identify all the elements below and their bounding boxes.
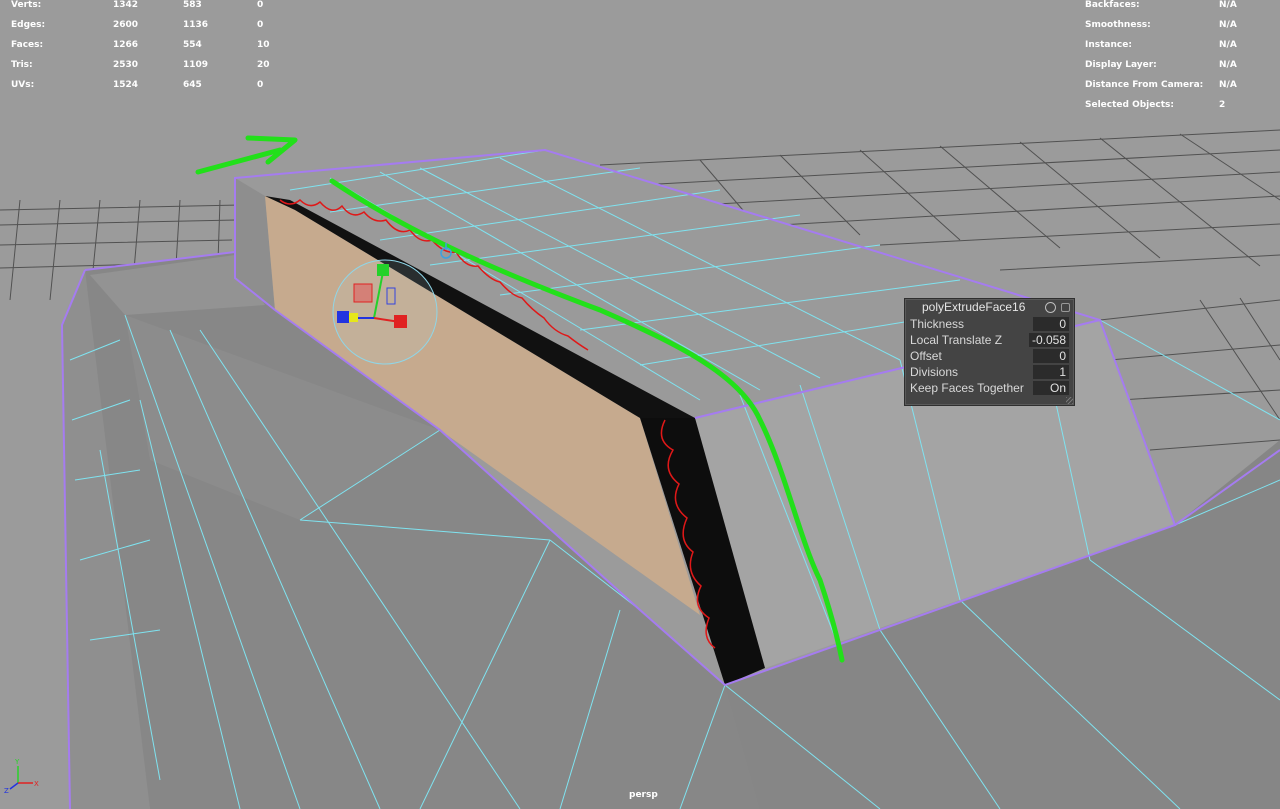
hud-value: 2600 xyxy=(113,20,139,30)
divisions-input[interactable]: 1 xyxy=(1033,365,1069,379)
hud-value: 554 xyxy=(183,40,202,50)
offset-input[interactable]: 0 xyxy=(1033,349,1069,363)
hud-row-faces: Faces: 1266 554 10 xyxy=(11,35,271,55)
keep-faces-together-toggle[interactable]: On xyxy=(1033,381,1069,395)
svg-text:X: X xyxy=(34,780,39,788)
panel-title[interactable]: polyExtrudeFace16 xyxy=(905,299,1074,316)
hud-label: Backfaces: xyxy=(1085,0,1140,10)
hud-value: 645 xyxy=(183,80,202,90)
field-local-translate-z[interactable]: Local Translate Z -0.058 xyxy=(905,332,1074,348)
hud-value: N/A xyxy=(1219,80,1237,90)
hud-label: Instance: xyxy=(1085,40,1132,50)
field-label: Divisions xyxy=(910,365,959,379)
hud-value: N/A xyxy=(1219,20,1237,30)
axis-indicator-icon: Y X Z xyxy=(4,758,39,795)
field-divisions[interactable]: Divisions 1 xyxy=(905,364,1074,380)
hud-label: Distance From Camera: xyxy=(1085,80,1204,90)
local-translate-z-input[interactable]: -0.058 xyxy=(1029,333,1069,347)
poly-count-hud: Verts: 1342 583 0 Edges: 2600 1136 0 Fac… xyxy=(11,0,271,95)
field-label: Thickness xyxy=(910,317,965,331)
hud-label: Smoothness: xyxy=(1085,20,1151,30)
hud-row-verts: Verts: 1342 583 0 xyxy=(11,0,271,15)
hud-label: Selected Objects: xyxy=(1085,100,1174,110)
thickness-input[interactable]: 0 xyxy=(1033,317,1069,331)
hud-row-edges: Edges: 2600 1136 0 xyxy=(11,15,271,35)
extrude-settings-panel[interactable]: polyExtrudeFace16 Thickness 0 Local Tran… xyxy=(904,298,1075,406)
hud-row-selected-objects: Selected Objects: 2 xyxy=(1085,95,1275,115)
field-keep-faces-together[interactable]: Keep Faces Together On xyxy=(905,380,1074,396)
hud-value: N/A xyxy=(1219,40,1237,50)
hud-value: 1109 xyxy=(183,60,209,70)
field-label: Local Translate Z xyxy=(910,333,1003,347)
hud-value: 2530 xyxy=(113,60,139,70)
hud-value: 0 xyxy=(257,20,264,30)
move-manipulator-icon[interactable] xyxy=(332,259,438,365)
hud-value: 1342 xyxy=(113,0,139,10)
hud-value: 10 xyxy=(257,40,270,50)
hud-row-uvs: UVs: 1524 645 0 xyxy=(11,75,271,95)
hud-value: N/A xyxy=(1219,0,1237,10)
hud-row-backfaces: Backfaces: N/A xyxy=(1085,0,1275,15)
viewport[interactable]: Y X Z xyxy=(0,0,1280,809)
panel-title-text: polyExtrudeFace16 xyxy=(922,300,1026,314)
svg-text:Y: Y xyxy=(14,758,20,766)
hud-label: UVs: xyxy=(11,80,35,90)
camera-label: persp xyxy=(629,790,658,800)
field-label: Offset xyxy=(910,349,942,363)
field-label: Keep Faces Together xyxy=(910,381,1024,395)
panel-resize-grip[interactable] xyxy=(1066,397,1073,404)
hud-value: 2 xyxy=(1219,100,1226,110)
hud-label: Verts: xyxy=(11,0,42,10)
hud-row-instance: Instance: N/A xyxy=(1085,35,1275,55)
object-details-hud: Backfaces: N/A Smoothness: N/A Instance:… xyxy=(1085,0,1275,115)
hud-value: 1524 xyxy=(113,80,139,90)
hud-label: Tris: xyxy=(11,60,33,70)
hud-value: 0 xyxy=(257,0,264,10)
hud-value: N/A xyxy=(1219,60,1237,70)
hud-label: Faces: xyxy=(11,40,44,50)
hud-label: Edges: xyxy=(11,20,46,30)
field-offset[interactable]: Offset 0 xyxy=(905,348,1074,364)
hud-value: 20 xyxy=(257,60,270,70)
hud-label: Display Layer: xyxy=(1085,60,1157,70)
panel-close-icon[interactable] xyxy=(1061,303,1070,312)
hud-value: 1266 xyxy=(113,40,139,50)
hud-value: 1136 xyxy=(183,20,209,30)
panel-settings-icon[interactable] xyxy=(1045,302,1056,313)
hud-value: 583 xyxy=(183,0,202,10)
hud-row-smoothness: Smoothness: N/A xyxy=(1085,15,1275,35)
hud-row-distance: Distance From Camera: N/A xyxy=(1085,75,1275,95)
hud-row-display-layer: Display Layer: N/A xyxy=(1085,55,1275,75)
svg-text:Z: Z xyxy=(4,787,9,795)
hud-value: 0 xyxy=(257,80,264,90)
field-thickness[interactable]: Thickness 0 xyxy=(905,316,1074,332)
hud-row-tris: Tris: 2530 1109 20 xyxy=(11,55,271,75)
